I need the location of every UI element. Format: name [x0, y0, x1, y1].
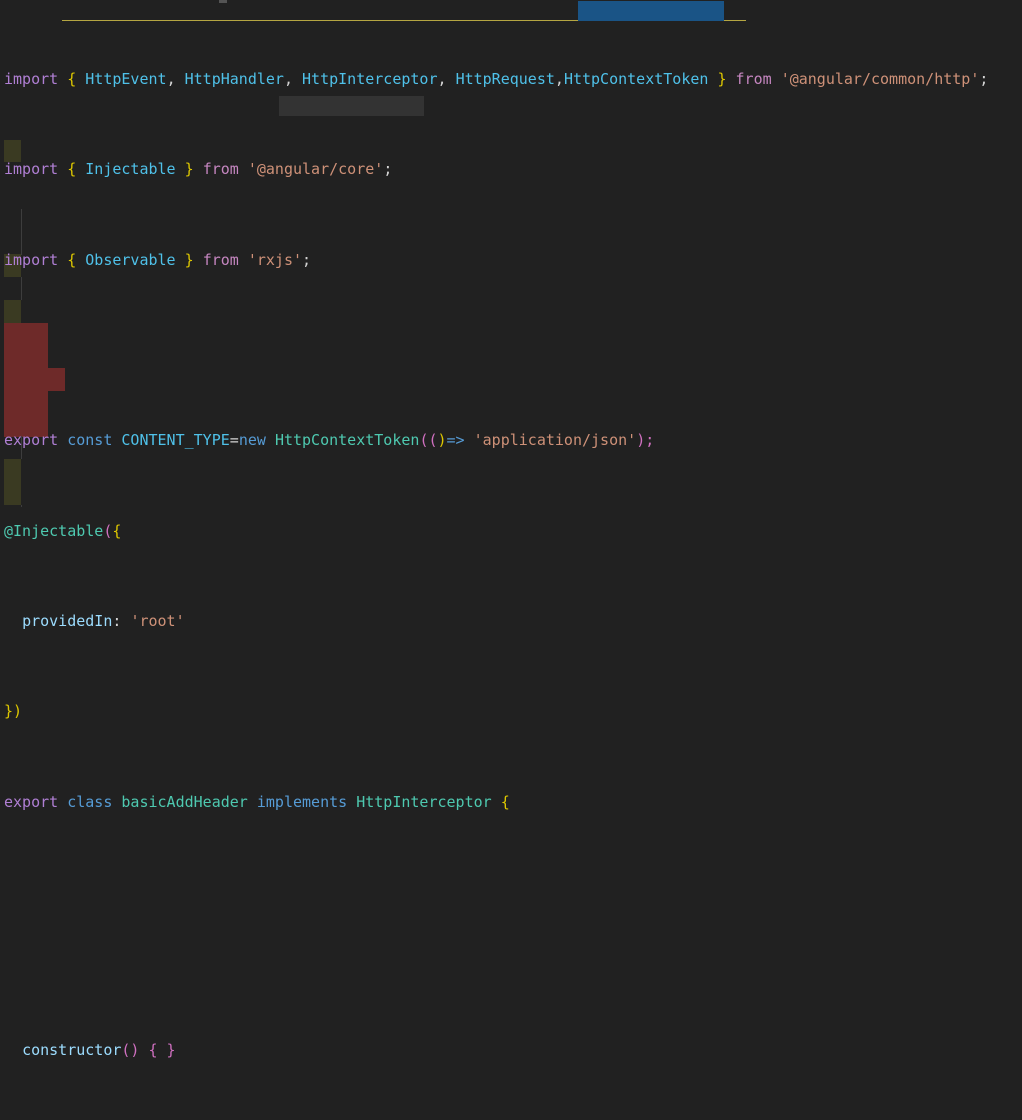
token-parens: ()	[121, 1041, 140, 1060]
token-brace: }	[184, 160, 194, 179]
token-comma: ,	[166, 69, 176, 88]
token-constructor: constructor	[22, 1041, 122, 1060]
token-paren-close: )	[437, 431, 447, 450]
token-string: 'application/json'	[473, 431, 637, 450]
token-import-symbol: HttpInterceptor	[302, 69, 438, 88]
token-keyword-implements: implements	[256, 792, 348, 811]
token-module-path: '@angular/common/http'	[780, 69, 980, 88]
token-keyword-new: new	[238, 431, 266, 450]
token-module-path: '@angular/core'	[247, 160, 384, 179]
token-brace: }	[184, 250, 194, 269]
code-line-7[interactable]: providedIn: 'root'	[0, 610, 1022, 633]
token-from: from	[202, 160, 239, 179]
token-from: from	[202, 250, 239, 269]
code-line-12[interactable]: constructor() { }	[0, 1039, 1022, 1062]
token-interface-name: HttpInterceptor	[356, 792, 492, 811]
token-comma: ,	[437, 69, 447, 88]
token-property-providedin: providedIn	[22, 612, 113, 631]
token-string-root: 'root'	[130, 612, 185, 631]
code-line-10-blank[interactable]	[0, 881, 1022, 904]
token-from: from	[735, 69, 772, 88]
token-brace: {	[67, 250, 77, 269]
token-import-symbol: HttpRequest	[455, 69, 555, 88]
token-body-braces: { }	[148, 1041, 176, 1060]
token-class-name: basicAddHeader	[121, 792, 248, 811]
token-keyword: import	[4, 160, 59, 179]
token-const-name: CONTENT_TYPE	[121, 431, 230, 450]
token-comma: ,	[283, 69, 293, 88]
token-paren: )	[13, 702, 23, 721]
token-tail: );	[636, 431, 655, 450]
token-equals: =	[229, 431, 239, 450]
token-import-symbol: Injectable	[85, 160, 176, 179]
code-line-2[interactable]: import { Injectable } from '@angular/cor…	[0, 158, 1022, 181]
token-keyword-const: const	[67, 431, 113, 450]
token-arrow: =>	[446, 431, 465, 450]
token-keyword-class: class	[67, 792, 113, 811]
code-line-4-blank[interactable]	[0, 339, 1022, 362]
token-decorator-injectable: @Injectable	[4, 521, 104, 540]
token-type-httpcontexttoken[interactable]: HttpContextToken	[275, 431, 420, 449]
code-line-6[interactable]: @Injectable({	[0, 520, 1022, 543]
token-keyword-export: export	[4, 792, 59, 811]
token-keyword-export: export	[4, 431, 59, 450]
token-module-path: 'rxjs'	[247, 250, 303, 269]
token-semicolon: ;	[383, 160, 393, 179]
token-brace: }	[4, 702, 14, 721]
code-line-8[interactable]: })	[0, 700, 1022, 723]
code-line-3[interactable]: import { Observable } from 'rxjs';	[0, 249, 1022, 272]
token-import-symbol: HttpEvent	[85, 69, 167, 88]
code-line-11-blank[interactable]	[0, 949, 1022, 972]
token-import-symbol: HttpHandler	[184, 69, 284, 88]
token-colon: :	[112, 612, 122, 631]
token-paren: ((	[419, 431, 438, 450]
token-brace: {	[67, 160, 77, 179]
token-brace: {	[112, 521, 122, 540]
token-brace: {	[67, 69, 77, 88]
token-semicolon: ;	[302, 250, 312, 269]
token-brace: }	[717, 69, 727, 88]
code-line-1[interactable]: import { HttpEvent, HttpHandler, HttpInt…	[0, 68, 1022, 91]
token-keyword: import	[4, 69, 59, 88]
code-line-9[interactable]: export class basicAddHeader implements H…	[0, 791, 1022, 814]
token-keyword: import	[4, 250, 59, 269]
code-editor[interactable]: import { HttpEvent, HttpHandler, HttpInt…	[0, 0, 1022, 1059]
token-brace: {	[500, 792, 510, 811]
token-import-symbol-selected[interactable]: HttpContextToken	[564, 70, 709, 88]
token-semicolon: ;	[979, 69, 989, 88]
token-import-symbol: Observable	[85, 250, 176, 269]
token-comma: ,	[554, 69, 564, 88]
code-text-layer[interactable]: import { HttpEvent, HttpHandler, HttpInt…	[0, 0, 1022, 1120]
code-line-5[interactable]: export const CONTENT_TYPE=new HttpContex…	[0, 429, 1022, 452]
